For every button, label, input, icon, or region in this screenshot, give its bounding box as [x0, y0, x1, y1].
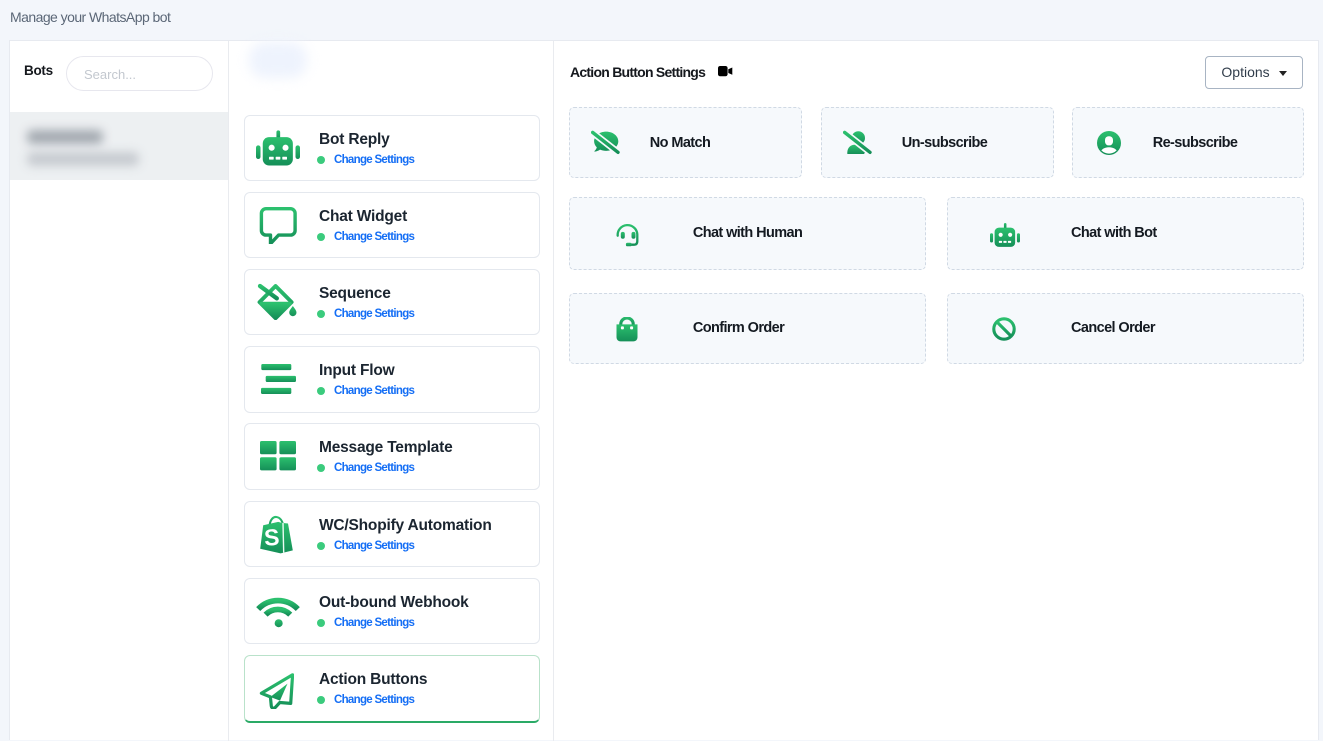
svg-text:S: S	[263, 524, 280, 551]
